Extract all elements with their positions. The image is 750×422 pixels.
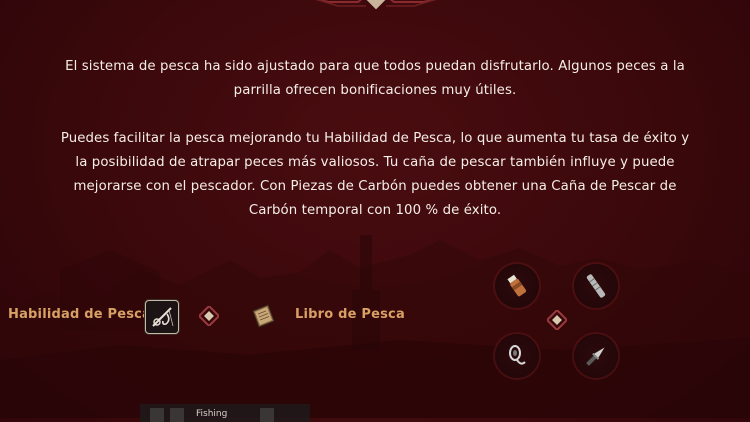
fishing-rod-hook-icon[interactable] [145,300,179,334]
background-landscape [0,235,750,418]
info-paragraph-2: Puedes facilitar la pesca mejorando tu H… [60,131,690,218]
hook-lure-icon[interactable] [495,334,539,378]
top-ornament [315,0,437,10]
fishing-skill-label: Habilidad de Pesca [8,307,152,322]
separator-diamond [199,306,219,326]
fishing-rod-reel-icon[interactable] [574,264,618,308]
bait-bottle-icon[interactable] [495,264,539,308]
info-paragraph-1: El sistema de pesca ha sido ajustado par… [65,59,685,98]
fishing-book-label: Libro de Pesca [295,307,405,322]
fishing-knife-icon[interactable] [574,334,618,378]
fishing-book-icon[interactable] [247,300,279,332]
tools-center-diamond [547,310,567,330]
